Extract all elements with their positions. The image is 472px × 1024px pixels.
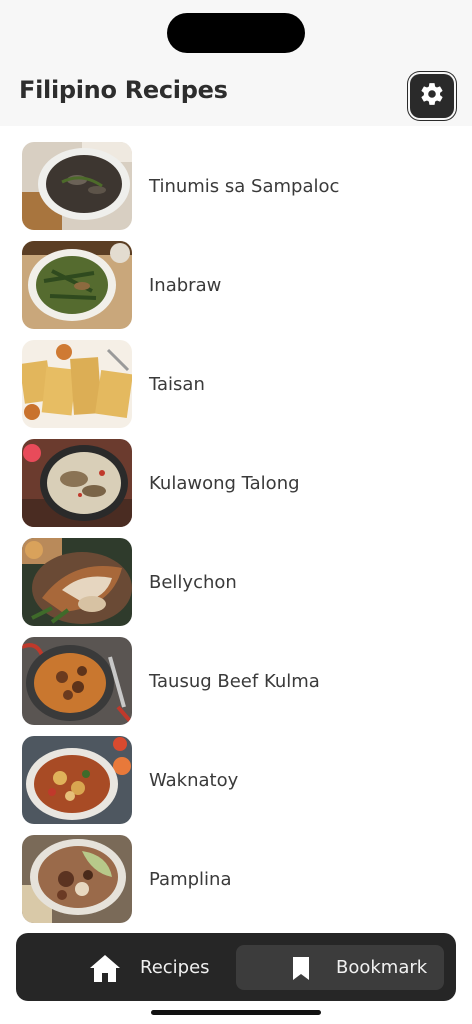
page-title: Filipino Recipes — [19, 76, 228, 104]
recipe-name: Bellychon — [149, 572, 237, 593]
bottom-nav: Recipes Bookmark — [16, 933, 456, 1001]
recipe-row[interactable]: Tinumis sa Sampaloc — [0, 142, 472, 241]
recipe-row[interactable]: Inabraw — [0, 241, 472, 340]
gear-icon — [419, 81, 445, 111]
recipe-name: Pamplina — [149, 869, 232, 890]
dynamic-island — [167, 13, 305, 53]
recipe-row[interactable]: Pamplina — [0, 835, 472, 934]
recipe-name: Inabraw — [149, 275, 222, 296]
recipe-thumbnail — [22, 439, 132, 527]
recipe-thumbnail — [22, 142, 132, 230]
nav-bookmark-label: Bookmark — [336, 957, 428, 978]
home-indicator — [151, 1010, 321, 1015]
nav-recipes-tab[interactable]: Recipes — [32, 945, 234, 990]
recipe-thumbnail — [22, 835, 132, 923]
recipe-row[interactable]: Taisan — [0, 340, 472, 439]
recipe-thumbnail — [22, 637, 132, 725]
nav-bookmark-tab[interactable]: Bookmark — [236, 945, 444, 990]
app-header: Filipino Recipes — [0, 0, 472, 126]
recipe-name: Tinumis sa Sampaloc — [149, 176, 340, 197]
nav-recipes-label: Recipes — [140, 957, 210, 978]
recipe-thumbnail — [22, 538, 132, 626]
recipe-thumbnail — [22, 736, 132, 824]
recipe-list: Tinumis sa Sampaloc Inabraw Taisan Kulaw… — [0, 142, 472, 934]
recipe-name: Tausug Beef Kulma — [149, 671, 320, 692]
bookmark-icon — [284, 951, 318, 985]
recipe-row[interactable]: Tausug Beef Kulma — [0, 637, 472, 736]
recipe-row[interactable]: Kulawong Talong — [0, 439, 472, 538]
settings-button[interactable] — [410, 74, 454, 118]
recipe-thumbnail — [22, 241, 132, 329]
home-icon — [88, 951, 122, 985]
recipe-row[interactable]: Waknatoy — [0, 736, 472, 835]
recipe-name: Kulawong Talong — [149, 473, 300, 494]
recipe-row[interactable]: Bellychon — [0, 538, 472, 637]
recipe-thumbnail — [22, 340, 132, 428]
recipe-name: Waknatoy — [149, 770, 239, 791]
recipe-name: Taisan — [149, 374, 205, 395]
